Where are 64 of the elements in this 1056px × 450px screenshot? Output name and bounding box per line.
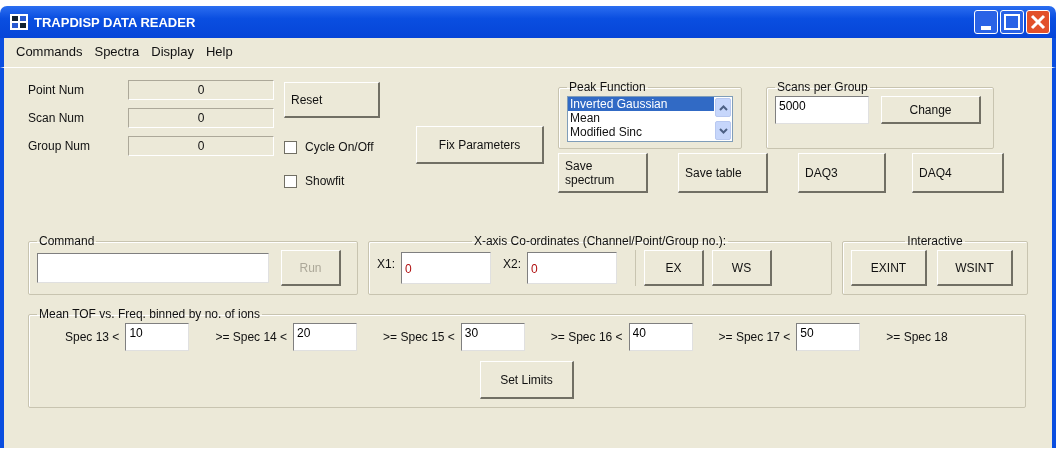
- checkbox[interactable]: [284, 174, 297, 188]
- checkbox-label: Cycle On/Off: [305, 140, 374, 154]
- counter-label: Group Num: [28, 139, 92, 153]
- group-title: Interactive: [906, 234, 964, 248]
- bin-limit-input[interactable]: 40: [628, 323, 693, 351]
- minimize-button[interactable]: [974, 10, 998, 34]
- counter-readout: 0: [128, 108, 274, 128]
- scroll-down-button[interactable]: [715, 121, 731, 140]
- group-title: Mean TOF vs. Freq. binned by no. of ions: [38, 307, 261, 321]
- counter-readout: 0: [128, 80, 274, 100]
- chevron-up-icon: [718, 104, 728, 111]
- counter-readout: 0: [128, 136, 274, 156]
- counter-label: Point Num: [28, 83, 86, 97]
- minimize-icon: [981, 26, 991, 30]
- action-button[interactable]: DAQ4: [912, 153, 1004, 193]
- set-limits-button[interactable]: Set Limits: [480, 361, 574, 399]
- action-button[interactable]: EX: [644, 250, 705, 286]
- menu-item[interactable]: Commands: [10, 42, 89, 63]
- coordinate-input[interactable]: 0: [401, 252, 491, 284]
- menu-item[interactable]: Spectra: [88, 42, 146, 63]
- action-button[interactable]: WSINT: [937, 250, 1013, 286]
- bin-limit-input[interactable]: 50: [796, 323, 861, 351]
- bin-limit-input[interactable]: 20: [293, 323, 358, 351]
- change-button[interactable]: Change: [881, 96, 981, 124]
- window-title: TRAPDISP DATA READER: [34, 14, 196, 30]
- action-button[interactable]: WS: [712, 250, 773, 286]
- chevron-down-icon: [718, 127, 728, 134]
- close-button[interactable]: [1026, 10, 1050, 34]
- list-item[interactable]: Modified Sinc: [568, 125, 714, 139]
- bin-limit-input[interactable]: 30: [460, 323, 525, 351]
- group-title: Command: [38, 234, 96, 248]
- scans-input[interactable]: 5000: [775, 96, 869, 124]
- action-button[interactable]: DAQ3: [798, 153, 886, 193]
- group-title: X-axis Co-ordinates (Channel/Point/Group no.):: [472, 234, 728, 248]
- bin-label: >= Spec 15 <: [383, 330, 455, 344]
- checkbox[interactable]: [284, 140, 297, 154]
- fix-parameters-button[interactable]: Fix Parameters: [416, 126, 544, 164]
- maximize-icon: [1004, 14, 1020, 30]
- group-title: Scans per Group: [776, 80, 869, 94]
- app-icon: [10, 14, 28, 30]
- menu-item[interactable]: Help: [199, 42, 239, 63]
- scroll-up-button[interactable]: [715, 98, 731, 117]
- bin-limit-input[interactable]: 10: [125, 323, 190, 351]
- bin-label: >= Spec 18: [886, 330, 948, 344]
- bin-label: Spec 13 <: [65, 330, 120, 344]
- maximize-button[interactable]: [1000, 10, 1024, 34]
- field-label: X2:: [503, 257, 522, 271]
- bin-label: >= Spec 16 <: [550, 330, 623, 344]
- checkbox-label: Showfit: [305, 174, 345, 188]
- close-icon: [1030, 14, 1046, 30]
- list-item[interactable]: Inverted Gaussian: [568, 97, 714, 111]
- list-item[interactable]: Mean: [568, 111, 714, 125]
- coordinate-input[interactable]: 0: [527, 252, 618, 284]
- counter-label: Scan Num: [28, 111, 86, 125]
- bin-label: >= Spec 14 <: [215, 330, 288, 344]
- menu-item[interactable]: Display: [145, 42, 200, 63]
- field-label: X1:: [377, 257, 395, 271]
- command-input[interactable]: [37, 253, 269, 283]
- group-title: Peak Function: [568, 80, 647, 94]
- action-button[interactable]: Save spectrum: [558, 153, 648, 193]
- reset-button[interactable]: Reset: [284, 82, 380, 118]
- action-button[interactable]: Save table: [678, 153, 768, 193]
- action-button[interactable]: EXINT: [851, 250, 927, 286]
- bin-label: >= Spec 17 <: [718, 330, 791, 344]
